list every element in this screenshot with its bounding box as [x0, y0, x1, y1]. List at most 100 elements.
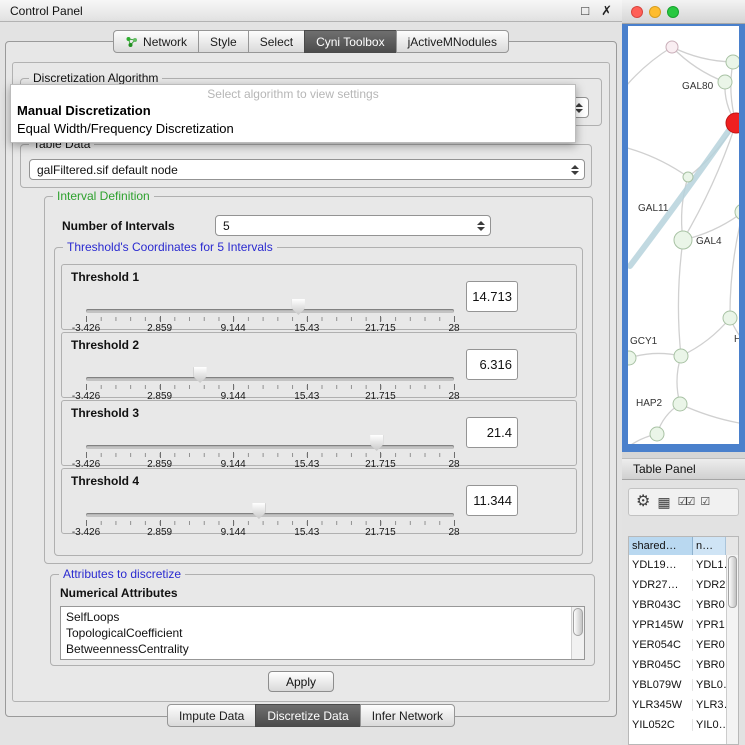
tab-discretize-data[interactable]: Discretize Data: [255, 704, 360, 727]
threshold-slider: -3.4262.8599.14415.4321.71528: [86, 401, 454, 467]
cell-shared-name: YER054C: [629, 639, 693, 651]
table-row[interactable]: YBL079WYBL0…: [629, 675, 738, 695]
slider-major-tick: [380, 452, 381, 458]
zoom-traffic-light-icon[interactable]: [667, 6, 679, 18]
slider-major-tick: [233, 384, 234, 390]
cell-name: YDL1…: [693, 559, 726, 571]
number-of-intervals-combobox[interactable]: 5: [215, 215, 491, 236]
slider-track[interactable]: [86, 445, 454, 449]
close-icon[interactable]: ✗: [601, 4, 612, 17]
network-node-label: GCY1: [630, 336, 658, 347]
network-icon: [125, 36, 138, 48]
network-node[interactable]: [718, 75, 732, 89]
scrollbar-thumb[interactable]: [728, 556, 737, 608]
threshold-row: Threshold 1-3.4262.8599.14415.4321.71528…: [61, 264, 577, 330]
slider-tick-label: 15.43: [294, 527, 319, 538]
threshold-value-box[interactable]: 14.713: [466, 281, 518, 312]
network-edge: [672, 47, 733, 62]
slider-track[interactable]: [86, 377, 454, 381]
number-of-intervals-label: Number of Intervals: [62, 219, 175, 233]
network-node[interactable]: [726, 55, 739, 69]
node-attribute-table: shared…n… YDL19…YDL1…YDR27…YDR2…YBR043CY…: [628, 536, 739, 745]
cell-shared-name: YDR27…: [629, 579, 693, 591]
tab-label: Impute Data: [179, 709, 244, 723]
network-node[interactable]: [628, 351, 636, 365]
network-node[interactable]: [650, 427, 664, 441]
table-data-combobox[interactable]: galFiltered.sif default node: [29, 159, 585, 180]
attribute-item[interactable]: TopologicalCoefficient: [66, 625, 579, 641]
tab-label: Discretize Data: [267, 709, 348, 723]
table-row[interactable]: YBR045CYBR0…: [629, 655, 738, 675]
apply-button[interactable]: Apply: [268, 671, 334, 692]
attributes-scrollbar[interactable]: [571, 607, 584, 659]
attributes-listbox[interactable]: SelfLoopsTopologicalCoefficientBetweenne…: [60, 606, 585, 660]
tab-cyni-toolbox[interactable]: Cyni Toolbox: [304, 30, 396, 53]
column-header-spacer: [726, 537, 738, 555]
slider-track[interactable]: [86, 513, 454, 517]
attribute-item[interactable]: SelfLoops: [66, 609, 579, 625]
slider-tick-label: 2.859: [147, 527, 172, 538]
slider-minor-ticks: [86, 317, 454, 321]
combo-stepper-icon: [476, 221, 485, 231]
threshold-slider: -3.4262.8599.14415.4321.71528: [86, 333, 454, 399]
column-header-n-[interactable]: n…: [693, 537, 726, 555]
columns-icon[interactable]: ▦: [657, 495, 670, 509]
table-row[interactable]: YIL052CYIL0…: [629, 715, 738, 735]
network-node[interactable]: [674, 349, 688, 363]
minimize-traffic-light-icon[interactable]: [649, 6, 661, 18]
close-traffic-light-icon[interactable]: [631, 6, 643, 18]
tab-jactivemnodules[interactable]: jActiveMNodules: [396, 30, 509, 53]
slider-major-tick: [160, 384, 161, 390]
network-node-label: GAL11: [638, 203, 669, 214]
tab-network[interactable]: Network: [113, 30, 199, 53]
attributes-list-items: SelfLoopsTopologicalCoefficientBetweenne…: [61, 607, 584, 659]
network-edge: [680, 404, 739, 426]
table-panel-header: Table Panel: [622, 458, 745, 480]
table-row[interactable]: YBR043CYBR0…: [629, 595, 738, 615]
tab-select[interactable]: Select: [248, 30, 305, 53]
float-window-icon[interactable]: □: [581, 4, 589, 17]
network-node[interactable]: [673, 397, 687, 411]
network-canvas[interactable]: GAL80GAL11GAL4GCY1HAP2H: [628, 26, 739, 444]
combo-stepper-icon: [570, 165, 579, 175]
threshold-value-box[interactable]: 21.4: [466, 417, 518, 448]
table-row[interactable]: YDL19…YDL1…: [629, 555, 738, 575]
network-window-titlebar: [622, 0, 745, 24]
tab-impute-data[interactable]: Impute Data: [167, 704, 256, 727]
table-scrollbar[interactable]: [726, 555, 738, 744]
tab-style[interactable]: Style: [198, 30, 249, 53]
network-node-label: HAP2: [636, 398, 663, 409]
slider-major-tick: [307, 384, 308, 390]
table-row[interactable]: YLR345WYLR3…: [629, 695, 738, 715]
network-node[interactable]: [674, 231, 692, 249]
network-node[interactable]: [723, 311, 737, 325]
clear-selection-icon[interactable]: ☑: [700, 497, 708, 508]
popup-option-manual-discretization[interactable]: Manual Discretization: [11, 102, 575, 120]
table-panel-body: ⚙ ▦ ☑☑ ☑ shared…n… YDL19…YDL1…YDR27…YDR2…: [622, 480, 745, 745]
select-all-icon[interactable]: ☑☑: [678, 497, 694, 508]
slider-tick-label: 28: [448, 527, 459, 538]
network-node[interactable]: [666, 41, 678, 53]
cell-name: YBL0…: [693, 679, 726, 691]
threshold-value-box[interactable]: 6.316: [466, 349, 518, 380]
tab-infer-network[interactable]: Infer Network: [360, 704, 455, 727]
table-row[interactable]: YDR27…YDR2…: [629, 575, 738, 595]
table-row[interactable]: YER054CYER0…: [629, 635, 738, 655]
scrollbar-thumb[interactable]: [573, 608, 583, 636]
popup-option-equal-width-frequency-discretization[interactable]: Equal Width/Frequency Discretization: [11, 120, 575, 138]
table-row[interactable]: YPR145WYPR1…: [629, 615, 738, 635]
table-panel-title: Table Panel: [633, 462, 696, 476]
thresholds-legend: Threshold's Coordinates for 5 Intervals: [63, 240, 277, 254]
threshold-value-box[interactable]: 11.344: [466, 485, 518, 516]
network-node[interactable]: [683, 172, 693, 182]
gear-icon[interactable]: ⚙: [636, 494, 650, 510]
table-rows: YDL19…YDL1…YDR27…YDR2…YBR043CYBR0…YPR145…: [629, 555, 738, 735]
panel-title: Control Panel: [10, 4, 83, 18]
slider-track[interactable]: [86, 309, 454, 313]
attribute-item[interactable]: BetweennessCentrality: [66, 641, 579, 657]
table-data-group: Table Data galFiltered.sif default node: [20, 144, 592, 188]
network-edge: [730, 212, 739, 318]
control-panel-titlebar: Control Panel □ ✗: [0, 0, 622, 22]
column-header-shared-[interactable]: shared…: [629, 537, 693, 555]
slider-major-tick: [307, 452, 308, 458]
